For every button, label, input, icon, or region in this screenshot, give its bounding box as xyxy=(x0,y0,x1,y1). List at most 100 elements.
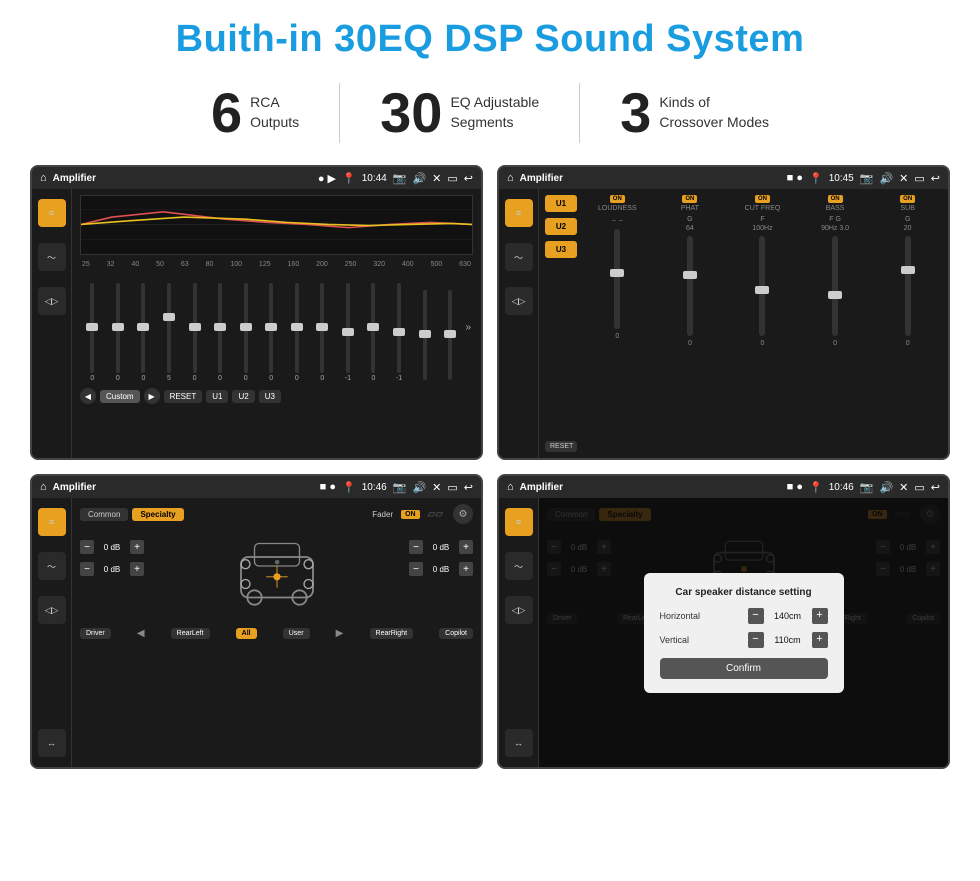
topbar-title-3: Amplifier xyxy=(53,482,314,493)
slider-col-12[interactable]: 0 xyxy=(363,283,384,382)
eq-u2-btn[interactable]: U2 xyxy=(232,390,254,403)
all-btn-3[interactable]: All xyxy=(236,628,257,639)
vertical-plus-btn[interactable]: + xyxy=(812,632,828,648)
slider-track-13[interactable] xyxy=(397,283,401,373)
sidebar-eq-btn-4[interactable]: ≡ xyxy=(505,508,533,536)
sidebar-vol-btn-2[interactable]: ◁▷ xyxy=(505,287,533,315)
slider-track-8[interactable] xyxy=(269,283,273,373)
sidebar-vol-btn[interactable]: ◁▷ xyxy=(38,287,66,315)
bass-slider[interactable] xyxy=(832,236,838,336)
sidebar-wave-btn[interactable]: 〜 xyxy=(38,243,66,271)
horizontal-minus-btn[interactable]: − xyxy=(748,608,764,624)
preset-u2[interactable]: U2 xyxy=(545,218,577,235)
slider-track-6[interactable] xyxy=(218,283,222,373)
amp-reset-btn[interactable]: RESET xyxy=(545,441,577,452)
user-btn-3[interactable]: User xyxy=(283,628,310,639)
vol1-plus[interactable]: + xyxy=(130,540,144,554)
slider-track-9[interactable] xyxy=(295,283,299,373)
rearright-btn-3[interactable]: RearRight xyxy=(370,628,414,639)
slider-track-11[interactable] xyxy=(346,283,350,373)
slider-track-2[interactable] xyxy=(116,283,120,373)
slider-col-3[interactable]: 0 xyxy=(133,283,154,382)
sidebar-eq-btn-3[interactable]: ≡ xyxy=(38,508,66,536)
vol3-minus[interactable]: − xyxy=(409,540,423,554)
eq-reset-btn[interactable]: RESET xyxy=(164,390,203,403)
slider-track-12[interactable] xyxy=(371,283,375,373)
loudness-on-badge[interactable]: ON xyxy=(610,195,625,203)
sub-slider[interactable] xyxy=(905,236,911,336)
loudness-slider[interactable] xyxy=(614,229,620,329)
horizontal-plus-btn[interactable]: + xyxy=(812,608,828,624)
sidebar-eq-btn[interactable]: ≡ xyxy=(38,199,66,227)
copilot-btn-3[interactable]: Copilot xyxy=(439,628,473,639)
tab-specialty-3[interactable]: Specialty xyxy=(132,508,183,521)
vol2-plus[interactable]: + xyxy=(130,562,144,576)
slider-col-11[interactable]: -1 xyxy=(338,283,359,382)
vol1-minus[interactable]: − xyxy=(80,540,94,554)
slider-col-9[interactable]: 0 xyxy=(287,283,308,382)
sub-on-badge[interactable]: ON xyxy=(900,195,915,203)
bass-on-badge[interactable]: ON xyxy=(828,195,843,203)
sidebar-wave-btn-3[interactable]: 〜 xyxy=(38,552,66,580)
phat-slider[interactable] xyxy=(687,236,693,336)
slider-track-3[interactable] xyxy=(141,283,145,373)
phat-on-badge[interactable]: ON xyxy=(682,195,697,203)
confirm-button[interactable]: Confirm xyxy=(660,658,828,679)
sidebar-expand-btn-4[interactable]: ↔ xyxy=(505,729,533,757)
preset-u1[interactable]: U1 xyxy=(545,195,577,212)
slider-col-15[interactable] xyxy=(440,290,461,382)
vol4-plus[interactable]: + xyxy=(459,562,473,576)
slider-track-10[interactable] xyxy=(320,283,324,373)
prev-btn[interactable]: ◀ xyxy=(80,388,96,404)
left-arrow-3[interactable]: ◀ xyxy=(137,628,145,639)
slider-thumb-2 xyxy=(112,323,124,331)
slider-track-4[interactable] xyxy=(167,283,171,373)
slider-thumb-9 xyxy=(291,323,303,331)
amp-phat-col: ON PHAT G 64 0 xyxy=(656,195,725,452)
slider-track-14[interactable] xyxy=(423,290,427,380)
eq-u1-btn[interactable]: U1 xyxy=(206,390,228,403)
vol3-plus[interactable]: + xyxy=(459,540,473,554)
sidebar-wave-btn-2[interactable]: 〜 xyxy=(505,243,533,271)
slider-col-2[interactable]: 0 xyxy=(108,283,129,382)
cutfreq-slider[interactable] xyxy=(759,236,765,336)
sidebar-vol-btn-3[interactable]: ◁▷ xyxy=(38,596,66,624)
rearleft-btn-3[interactable]: RearLeft xyxy=(171,628,210,639)
slider-col-6[interactable]: 0 xyxy=(210,283,231,382)
topbar-3: ⌂ Amplifier ■ ● 📍 10:46 📷 🔊 ✕ ▭ ↩ xyxy=(32,476,481,498)
cutfreq-on-badge[interactable]: ON xyxy=(755,195,770,203)
slider-track-7[interactable] xyxy=(244,283,248,373)
fader-on-3[interactable]: ON xyxy=(401,510,420,519)
preset-u3[interactable]: U3 xyxy=(545,241,577,258)
sidebar-eq-btn-2[interactable]: ≡ xyxy=(505,199,533,227)
expand-icon[interactable]: » xyxy=(465,322,471,333)
slider-col-13[interactable]: -1 xyxy=(389,283,410,382)
slider-col-14[interactable] xyxy=(414,290,435,382)
dialog-box: Car speaker distance setting Horizontal … xyxy=(644,573,844,693)
sidebar-wave-btn-4[interactable]: 〜 xyxy=(505,552,533,580)
vol2-minus[interactable]: − xyxy=(80,562,94,576)
next-btn[interactable]: ▶ xyxy=(144,388,160,404)
driver-btn-3[interactable]: Driver xyxy=(80,628,111,639)
screen3-content: ≡ 〜 ◁▷ ↔ Common Specialty Fader ON ⏥⏥ ⚙ xyxy=(32,498,481,767)
slider-track-1[interactable] xyxy=(90,283,94,373)
slider-track-15[interactable] xyxy=(448,290,452,380)
vertical-minus-btn[interactable]: − xyxy=(748,632,764,648)
slider-col-8[interactable]: 0 xyxy=(261,283,282,382)
settings-icon-3[interactable]: ⚙ xyxy=(453,504,473,524)
slider-col-5[interactable]: 0 xyxy=(184,283,205,382)
sidebar-expand-btn-3[interactable]: ↔ xyxy=(38,729,66,757)
slider-track-5[interactable] xyxy=(193,283,197,373)
slider-col-10[interactable]: 0 xyxy=(312,283,333,382)
sidebar-vol-btn-4[interactable]: ◁▷ xyxy=(505,596,533,624)
vol4-minus[interactable]: − xyxy=(409,562,423,576)
sidebar-1: ≡ 〜 ◁▷ xyxy=(32,189,72,458)
slider-col-1[interactable]: 0 xyxy=(82,283,103,382)
slider-col-7[interactable]: 0 xyxy=(235,283,256,382)
eq-u3-btn[interactable]: U3 xyxy=(259,390,281,403)
right-arrow-3[interactable]: ▶ xyxy=(336,628,344,639)
tab-common-3[interactable]: Common xyxy=(80,508,128,521)
slider-col-4[interactable]: 5 xyxy=(159,283,180,382)
x-icon-4: ✕ xyxy=(899,481,908,494)
eq-custom-btn[interactable]: Custom xyxy=(100,390,140,403)
